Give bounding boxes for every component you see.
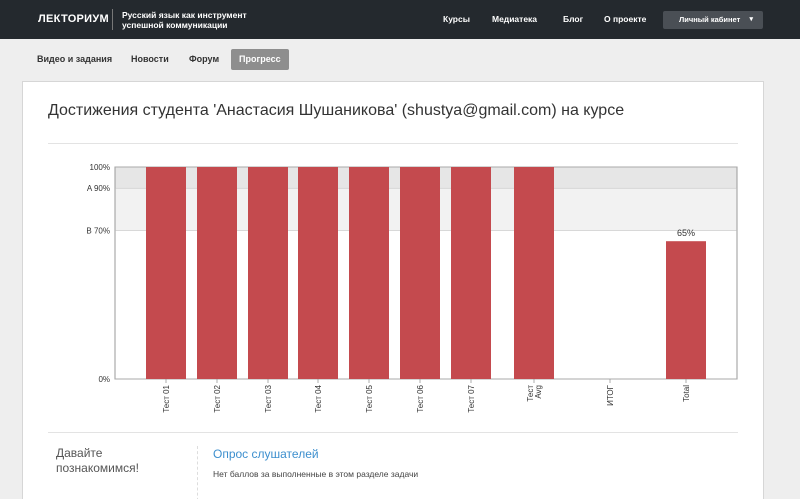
survey-note: Нет баллов за выполненные в этом разделе… (213, 469, 419, 479)
tab-progress[interactable]: Прогресс (231, 49, 289, 70)
y-tick-label: B 70% (86, 227, 110, 236)
bar (666, 241, 706, 379)
x-tick-label: ИТОГ (606, 384, 615, 406)
nav-link-media[interactable]: Медиатека (492, 14, 537, 24)
account-menu-label: Личный кабинет (679, 15, 741, 24)
bar (400, 167, 440, 379)
x-tick-label: Тест 02 (213, 384, 222, 412)
nav-link-blog[interactable]: Блог (563, 14, 583, 24)
account-menu-button[interactable]: Личный кабинет ▾ (663, 11, 763, 29)
intro-text: Давайте познакомимся! (56, 446, 139, 475)
top-navbar: ЛЕКТОРИУМ Русский язык как инструмент ус… (0, 0, 800, 39)
x-tick-label: Тест 04 (314, 384, 323, 412)
x-tick-label: ТестAvg (526, 385, 543, 402)
bar (146, 167, 186, 379)
logo-divider (112, 9, 113, 30)
y-tick-label: 0% (98, 375, 110, 384)
y-tick-label: 100% (90, 163, 110, 172)
x-tick-label: Тест 06 (416, 384, 425, 412)
y-tick-label: A 90% (87, 184, 110, 193)
tab-video-tasks[interactable]: Видео и задания (37, 49, 112, 70)
x-tick-label: Тест 05 (365, 384, 374, 412)
tab-forum[interactable]: Форум (189, 49, 219, 70)
nav-link-courses[interactable]: Курсы (443, 14, 470, 24)
intro-heading: Давайте познакомимся! (56, 446, 166, 476)
bar (349, 167, 389, 379)
data-label: 65% (677, 228, 695, 238)
bar (298, 167, 338, 379)
survey-link[interactable]: Опрос слушателей (213, 447, 319, 461)
nav-link-about[interactable]: О проекте (604, 14, 646, 24)
x-tick-label: Total (682, 385, 691, 402)
tab-news[interactable]: Новости (131, 49, 169, 70)
divider (48, 432, 738, 433)
course-title[interactable]: Русский язык как инструмент успешной ком… (122, 10, 272, 30)
caret-down-icon: ▾ (749, 16, 753, 23)
site-logo[interactable]: ЛЕКТОРИУМ (38, 13, 109, 25)
x-tick-label: Тест 01 (162, 384, 171, 412)
progress-panel: Достижения студента 'Анастасия Шушаников… (22, 81, 764, 499)
section-divider (197, 446, 198, 499)
bar (197, 167, 237, 379)
bar (451, 167, 491, 379)
x-tick-label: Тест 07 (467, 384, 476, 412)
bar (514, 167, 554, 379)
progress-chart: 100% A 90% B 70% 0% Тест 01 Тест 02 Тест 03 Тес… (86, 163, 738, 413)
x-tick-label: Тест 03 (264, 384, 273, 412)
bar (248, 167, 288, 379)
